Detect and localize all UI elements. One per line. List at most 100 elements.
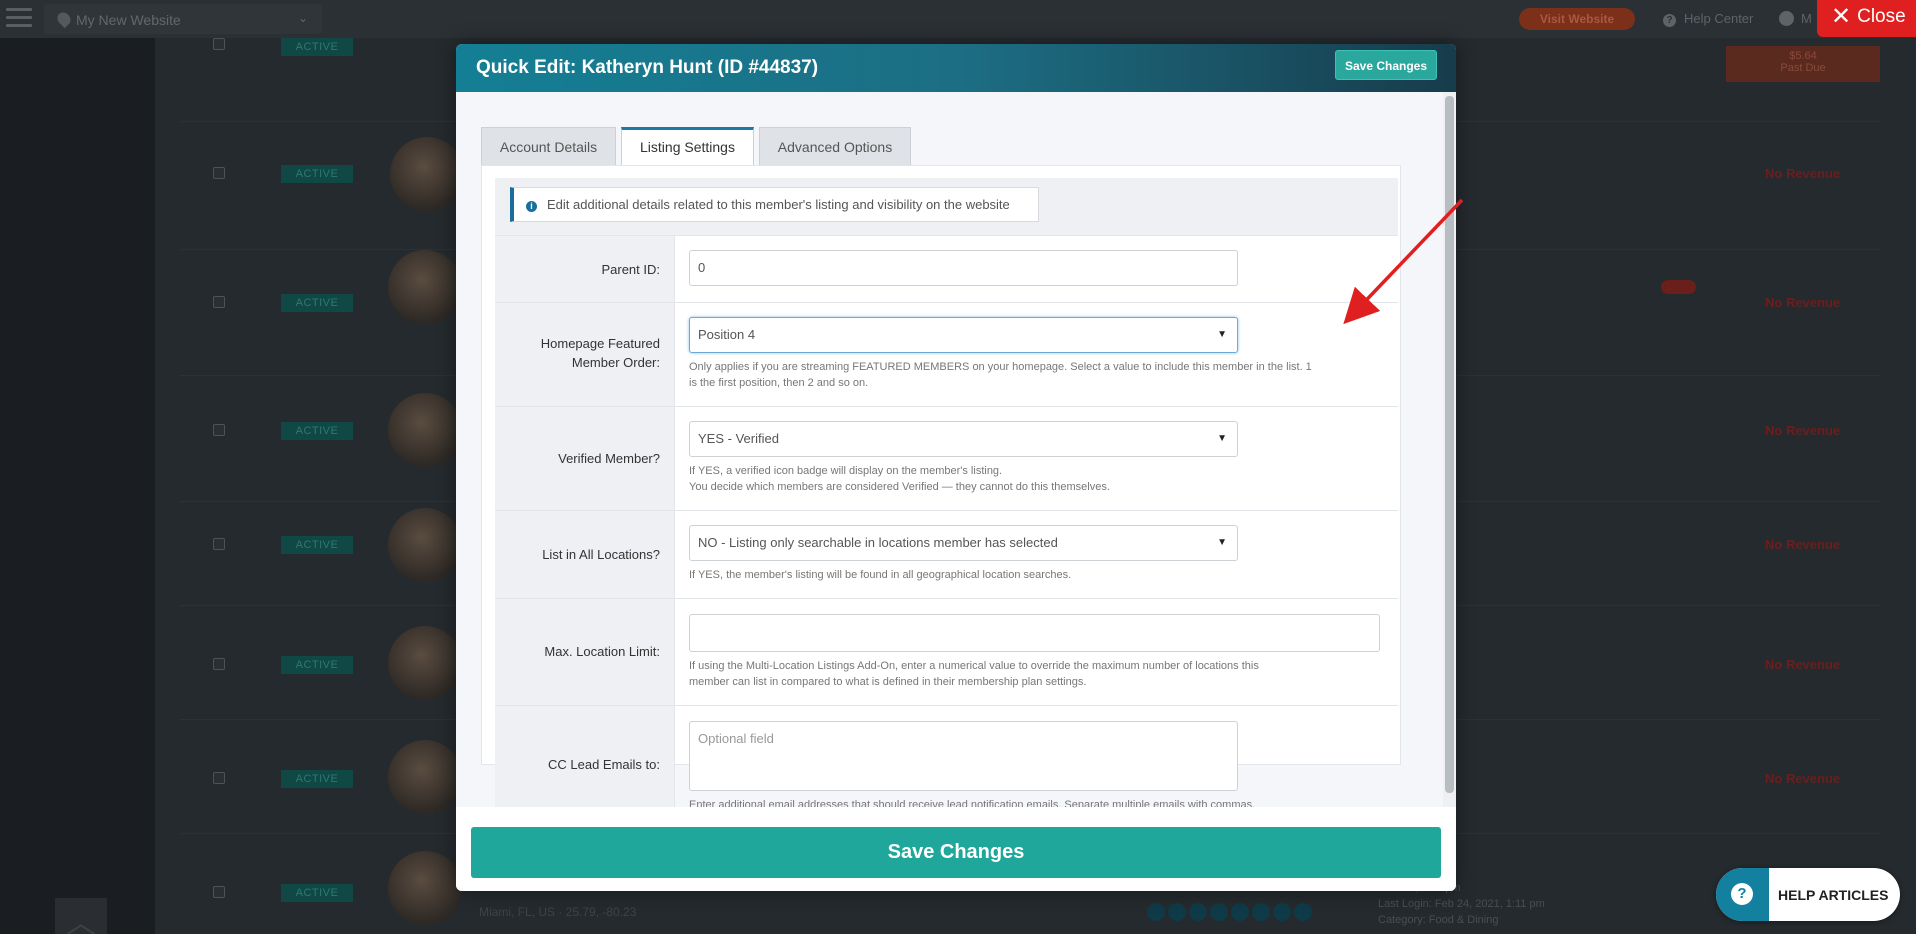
avatar (388, 393, 462, 467)
alert-pill (1661, 280, 1696, 294)
social-icon[interactable] (1273, 903, 1291, 921)
status-badge: ACTIVE (281, 294, 353, 312)
homepage-order-label-line: Member Order: (571, 355, 660, 370)
row-checkbox[interactable] (213, 658, 225, 670)
homepage-order-label-line: Homepage Featured (540, 336, 660, 351)
status-badge: ACTIVE (281, 656, 353, 674)
tab-listing-settings[interactable]: Listing Settings (621, 127, 754, 166)
chevron-down-icon: ⌄ (297, 11, 308, 25)
user-icon[interactable] (1779, 11, 1794, 26)
verified-value: YES - Verified (698, 431, 779, 446)
quick-edit-modal: Quick Edit: Katheryn Hunt (ID #44837) Sa… (456, 44, 1456, 891)
scroll-to-top-icon[interactable]: ︿ (55, 898, 107, 934)
parent-id-label-cell: Parent ID: (495, 236, 675, 302)
top-navbar: My New Website ⌄ Visit Website ? Help Cen… (0, 0, 1916, 38)
member-meta-line: Last Login: Feb 24, 2021, 1:11 pm (1378, 898, 1545, 910)
modal-header: Quick Edit: Katheryn Hunt (ID #44837) Sa… (456, 44, 1456, 92)
website-selector[interactable]: My New Website ⌄ (44, 4, 322, 34)
user-menu-label[interactable]: M (1801, 11, 1812, 26)
cc-lead-textarea[interactable]: Optional field (689, 721, 1238, 791)
hamburger-menu-icon[interactable] (6, 8, 32, 30)
all-locations-label: List in All Locations? (542, 547, 660, 562)
parent-id-row: Parent ID: 0 (495, 236, 1398, 303)
status-badge: ACTIVE (281, 38, 353, 56)
verified-help: If YES, a verified icon badge will displ… (689, 463, 1384, 495)
revenue-label: No Revenue (1765, 423, 1841, 438)
help-articles-label: HELP ARTICLES (1778, 887, 1889, 903)
social-icon[interactable] (1189, 903, 1207, 921)
avatar (388, 626, 462, 700)
parent-id-label: Parent ID: (601, 262, 660, 277)
revenue-label: No Revenue (1765, 295, 1841, 310)
homepage-order-value: Position 4 (698, 327, 756, 342)
row-checkbox[interactable] (213, 167, 225, 179)
cc-lead-row: CC Lead Emails to: Optional field Enter … (495, 706, 1398, 807)
modal-scrollbar[interactable] (1443, 92, 1456, 807)
row-checkbox[interactable] (213, 538, 225, 550)
modal-footer: Save Changes (456, 807, 1456, 891)
help-center-link[interactable]: ? Help Center (1663, 11, 1753, 27)
location-limit-label-cell: Max. Location Limit: (495, 599, 675, 705)
all-locations-select[interactable]: NO - Listing only searchable in location… (689, 525, 1238, 561)
member-meta-line: Category: Food & Dining (1378, 914, 1499, 926)
row-checkbox[interactable] (213, 296, 225, 308)
tab-advanced-options[interactable]: Advanced Options (759, 127, 911, 165)
parent-id-input[interactable]: 0 (689, 250, 1238, 286)
header-save-changes-button[interactable]: Save Changes (1335, 50, 1437, 80)
modal-title: Quick Edit: Katheryn Hunt (ID #44837) (476, 57, 819, 78)
status-badge: ACTIVE (281, 536, 353, 554)
social-icon[interactable] (1168, 903, 1186, 921)
help-articles-button[interactable]: ? HELP ARTICLES (1716, 868, 1900, 921)
location-limit-input[interactable] (689, 614, 1380, 652)
social-icon[interactable] (1147, 903, 1165, 921)
status-badge: ACTIVE (281, 884, 353, 902)
homepage-order-select[interactable]: Position 4 ▼ (689, 317, 1238, 353)
cc-lead-label: CC Lead Emails to: (548, 757, 660, 772)
verified-member-row: Verified Member? YES - Verified ▼ If YES,… (495, 407, 1398, 511)
help-line: Only applies if you are streaming FEATUR… (689, 361, 1312, 373)
caret-down-icon: ▼ (1217, 433, 1227, 444)
close-button[interactable]: ✕ Close (1817, 0, 1916, 37)
row-checkbox[interactable] (213, 424, 225, 436)
social-icon[interactable] (1231, 903, 1249, 921)
all-locations-row: List in All Locations? NO - Listing only… (495, 511, 1398, 599)
sidebar: ︿ (0, 38, 155, 934)
verified-member-select[interactable]: YES - Verified ▼ (689, 421, 1238, 457)
revenue-label: No Revenue (1765, 537, 1841, 552)
social-icon[interactable] (1252, 903, 1270, 921)
caret-down-icon: ▼ (1217, 537, 1227, 548)
status-badge: ACTIVE (281, 165, 353, 183)
help-center-label: Help Center (1684, 11, 1754, 26)
homepage-order-help: Only applies if you are streaming FEATUR… (689, 359, 1384, 391)
location-limit-row: Max. Location Limit: If using the Multi-… (495, 599, 1398, 706)
row-checkbox[interactable] (213, 886, 225, 898)
help-line: You decide which members are considered … (689, 481, 1110, 493)
row-checkbox[interactable] (213, 772, 225, 784)
social-icon[interactable] (1210, 903, 1228, 921)
cc-lead-label-cell: CC Lead Emails to: (495, 706, 675, 807)
close-label: Close (1857, 6, 1906, 27)
status-badge: ACTIVE (281, 770, 353, 788)
footer-save-changes-button[interactable]: Save Changes (471, 827, 1441, 878)
scrollbar-thumb[interactable] (1445, 96, 1454, 793)
caret-down-icon: ▼ (1217, 329, 1227, 340)
social-icon[interactable] (1294, 903, 1312, 921)
info-text: Edit additional details related to this … (547, 197, 1010, 212)
location-limit-label: Max. Location Limit: (544, 644, 660, 659)
revenue-label: No Revenue (1765, 166, 1841, 181)
close-icon: ✕ (1831, 3, 1852, 30)
info-alert: i Edit additional details related to this… (510, 187, 1039, 222)
listing-settings-panel: i Edit additional details related to this… (481, 165, 1401, 807)
help-articles-icon: ? (1716, 868, 1769, 921)
tab-account-details[interactable]: Account Details (481, 127, 616, 165)
past-due-label: Past Due (1780, 62, 1826, 74)
info-row: i Edit additional details related to this… (495, 178, 1398, 236)
all-locations-help: If YES, the member's listing will be fou… (689, 569, 1072, 581)
visit-website-button[interactable]: Visit Website (1519, 8, 1635, 30)
row-checkbox[interactable] (213, 38, 225, 50)
avatar (388, 250, 462, 324)
help-line: is the first position, then 2 and so on. (689, 377, 869, 389)
location-limit-help: If using the Multi-Location Listings Add… (689, 658, 1384, 690)
homepage-order-label: Homepage Featured Member Order: (541, 334, 660, 372)
avatar (388, 740, 462, 814)
